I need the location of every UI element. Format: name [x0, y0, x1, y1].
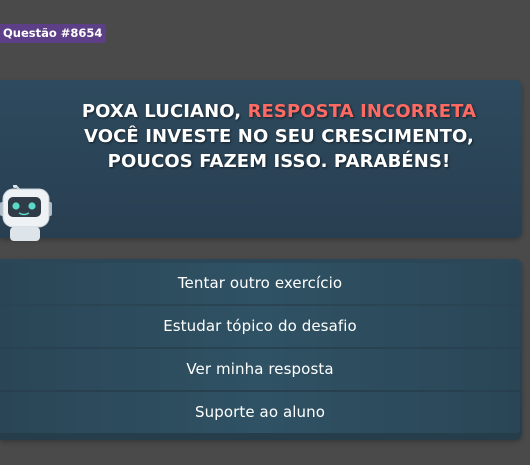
- result-greeting: POXA LUCIANO,: [81, 101, 248, 122]
- incorrect-answer-label: RESPOSTA INCORRETA: [247, 101, 477, 122]
- question-badge: Questão #8654: [0, 24, 107, 43]
- study-challenge-topic-button[interactable]: Estudar tópico do desafio: [0, 306, 520, 347]
- robot-mascot-icon: [0, 184, 56, 241]
- encouragement-text: VOCÊ INVESTE NO SEU CRESCIMENTO, POUCOS …: [84, 126, 474, 172]
- try-another-exercise-button[interactable]: Tentar outro exercício: [0, 263, 520, 304]
- result-message: POXA LUCIANO, RESPOSTA INCORRETA VOCÊ IN…: [50, 99, 508, 174]
- student-support-button[interactable]: Suporte ao aluno: [0, 392, 520, 433]
- result-card: POXA LUCIANO, RESPOSTA INCORRETA VOCÊ IN…: [0, 80, 522, 238]
- view-my-answer-button[interactable]: Ver minha resposta: [0, 349, 520, 390]
- actions-panel: Tentar outro exercício Estudar tópico do…: [0, 259, 522, 440]
